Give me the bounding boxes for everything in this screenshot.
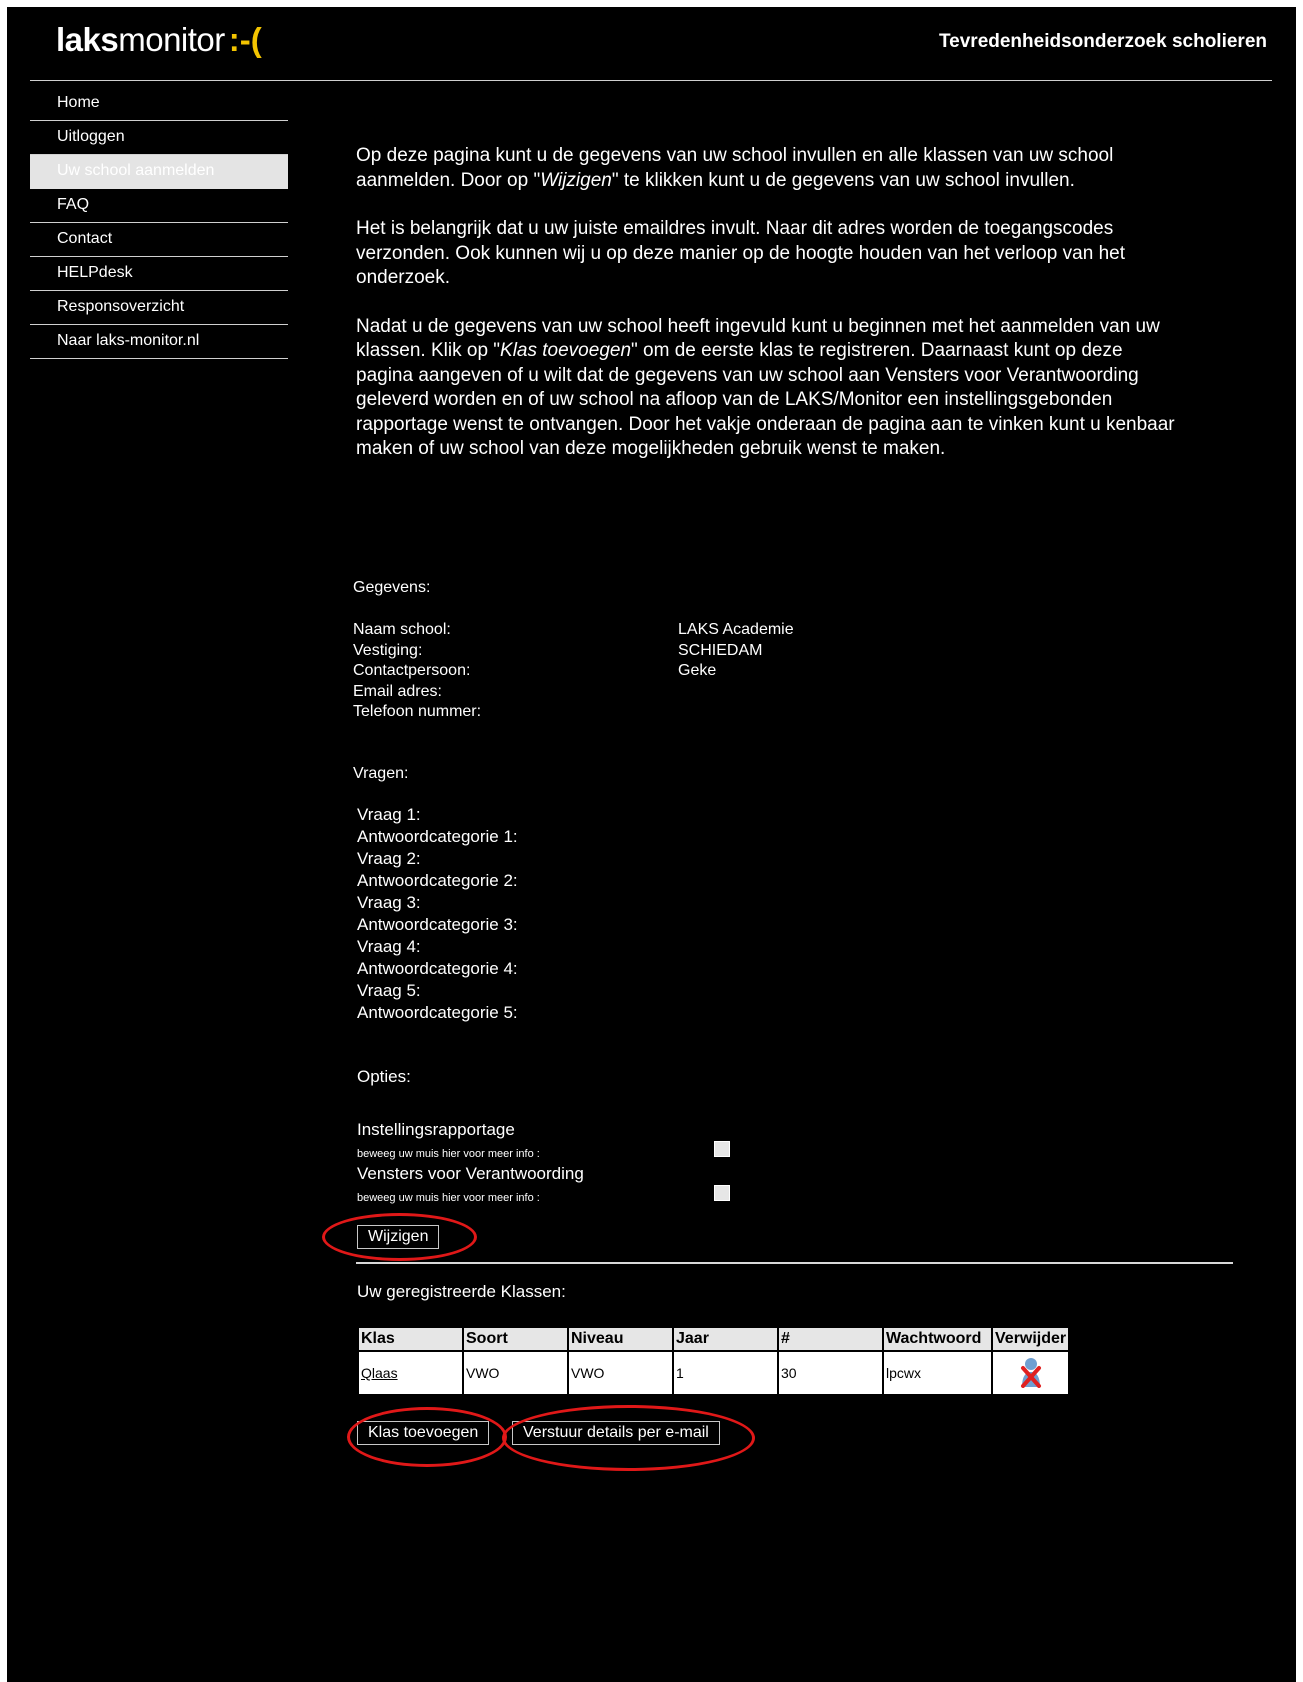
content-divider bbox=[356, 1262, 1233, 1264]
verstuur-details-button[interactable]: Verstuur details per e-mail bbox=[512, 1421, 720, 1445]
vestiging-label: Vestiging: bbox=[353, 641, 423, 659]
vraag-5-label: Vraag 5: bbox=[357, 981, 421, 1000]
contact-label: Contactpersoon: bbox=[353, 662, 471, 679]
laksmonitor-logo[interactable]: laksmonitor:-( bbox=[56, 21, 262, 59]
vraag-2-label: Vraag 2: bbox=[357, 849, 421, 868]
detail-row-contactpersoon: Contactpersoon: Geke bbox=[353, 661, 794, 682]
delete-user-icon[interactable] bbox=[1020, 1356, 1042, 1388]
opties-heading: Opties: bbox=[357, 1067, 411, 1086]
instellingsrapportage-label: Instellingsrapportage bbox=[357, 1120, 515, 1139]
intro-p1-text-b: " te klikken kunt u de gegevens van uw s… bbox=[611, 169, 1075, 191]
nav-item-uitloggen[interactable]: Uitloggen bbox=[30, 121, 288, 155]
instellingsrapportage-checkbox[interactable] bbox=[714, 1141, 730, 1157]
antwoordcategorie-4-label: Antwoordcategorie 4: bbox=[357, 959, 518, 978]
site-title: Tevredenheidsonderzoek scholieren bbox=[938, 31, 1267, 52]
nav-item-helpdesk[interactable]: HELPdesk bbox=[30, 257, 288, 291]
cell-soort: VWO bbox=[464, 1352, 567, 1394]
page: laksmonitor:-( Tevredenheidsonderzoek sc… bbox=[7, 7, 1296, 1682]
col-header-verwijder: Verwijder bbox=[993, 1328, 1069, 1350]
vensters-label: Vensters voor Verantwoording bbox=[357, 1164, 584, 1183]
col-header-klas: Klas bbox=[359, 1328, 462, 1350]
antwoordcategorie-1-label: Antwoordcategorie 1: bbox=[357, 827, 518, 846]
klassen-table: Klas Soort Niveau Jaar # Wachtwoord Verw… bbox=[357, 1326, 1071, 1396]
email-label: Email adres: bbox=[353, 682, 442, 700]
klas-link[interactable]: Qlaas bbox=[361, 1365, 398, 1381]
intro-p3-emphasis: Klas toevoegen bbox=[500, 340, 632, 361]
logo-bold: laks bbox=[56, 21, 119, 58]
intro-text: Op deze pagina kunt u de gegevens van uw… bbox=[356, 144, 1176, 486]
table-row: Qlaas VWO VWO 1 30 lpcwx bbox=[359, 1352, 1069, 1394]
antwoordcategorie-2-label: Antwoordcategorie 2: bbox=[357, 871, 518, 890]
cell-jaar: 1 bbox=[674, 1352, 777, 1394]
vraag-1-label: Vraag 1: bbox=[357, 805, 421, 824]
vraag-3-label: Vraag 3: bbox=[357, 893, 421, 912]
col-header-wachtwoord: Wachtwoord bbox=[884, 1328, 991, 1350]
klas-toevoegen-button[interactable]: Klas toevoegen bbox=[357, 1421, 490, 1445]
table-header-row: Klas Soort Niveau Jaar # Wachtwoord Verw… bbox=[359, 1328, 1069, 1350]
vragen-list: Vraag 1: Antwoordcategorie 1: Vraag 2: A… bbox=[357, 804, 518, 1024]
nav-item-faq[interactable]: FAQ bbox=[30, 189, 288, 223]
vragen-heading: Vragen: bbox=[353, 765, 409, 782]
col-header-soort: Soort bbox=[464, 1328, 567, 1350]
nav-item-contact[interactable]: Contact bbox=[30, 223, 288, 257]
instellingsrapportage-info-hint[interactable]: beweeg uw muis hier voor meer info : bbox=[357, 1148, 540, 1160]
gegevens-heading: Gegevens: bbox=[353, 579, 431, 596]
vensters-checkbox[interactable] bbox=[714, 1185, 730, 1201]
cell-niveau: VWO bbox=[569, 1352, 672, 1394]
nav-item-uw-school-aanmelden[interactable]: Uw school aanmelden bbox=[30, 155, 288, 189]
intro-paragraph-1: Op deze pagina kunt u de gegevens van uw… bbox=[356, 144, 1176, 193]
cell-wachtwoord: lpcwx bbox=[884, 1352, 991, 1394]
intro-p1-emphasis: Wijzigen bbox=[540, 169, 612, 191]
intro-paragraph-2: Het is belangrijk dat u uw juiste emaild… bbox=[356, 218, 1125, 288]
logo-smiley: :-( bbox=[228, 21, 262, 58]
header-divider bbox=[30, 80, 1272, 81]
detail-row-telefoon: Telefoon nummer: bbox=[353, 702, 794, 723]
contact-value: Geke bbox=[678, 662, 717, 679]
naam-value: LAKS Academie bbox=[678, 621, 794, 638]
col-header-niveau: Niveau bbox=[569, 1328, 672, 1350]
detail-row-email: Email adres: bbox=[353, 682, 794, 703]
logo-text: monitor bbox=[118, 21, 225, 58]
vraag-4-label: Vraag 4: bbox=[357, 937, 421, 956]
klassen-heading: Uw geregistreerde Klassen: bbox=[357, 1282, 566, 1301]
wijzigen-button[interactable]: Wijzigen bbox=[357, 1225, 440, 1249]
cell-verwijder bbox=[993, 1352, 1069, 1394]
cell-aantal: 30 bbox=[779, 1352, 882, 1394]
col-header-aantal: # bbox=[779, 1328, 882, 1350]
sidebar-nav: Home Uitloggen Uw school aanmelden FAQ C… bbox=[30, 87, 288, 359]
vestiging-value: SCHIEDAM bbox=[678, 641, 763, 659]
telefoon-label: Telefoon nummer: bbox=[353, 703, 482, 720]
detail-row-naam: Naam school: LAKS Academie bbox=[353, 620, 794, 641]
school-details: Naam school: LAKS Academie Vestiging: SCHI… bbox=[353, 620, 794, 723]
naam-label: Naam school: bbox=[353, 621, 451, 638]
nav-item-laks-monitor-link[interactable]: Naar laks-monitor.nl bbox=[30, 325, 288, 359]
antwoordcategorie-3-label: Antwoordcategorie 3: bbox=[357, 915, 518, 934]
col-header-jaar: Jaar bbox=[674, 1328, 777, 1350]
detail-row-vestiging: Vestiging: SCHIEDAM bbox=[353, 641, 794, 662]
vensters-info-hint[interactable]: beweeg uw muis hier voor meer info : bbox=[357, 1192, 540, 1204]
nav-item-responsoverzicht[interactable]: Responsoverzicht bbox=[30, 291, 288, 325]
antwoordcategorie-5-label: Antwoordcategorie 5: bbox=[357, 1003, 518, 1022]
cell-klas: Qlaas bbox=[359, 1352, 462, 1394]
nav-item-home[interactable]: Home bbox=[30, 87, 288, 121]
intro-paragraph-3: Nadat u de gegevens van uw school heeft … bbox=[356, 315, 1176, 462]
